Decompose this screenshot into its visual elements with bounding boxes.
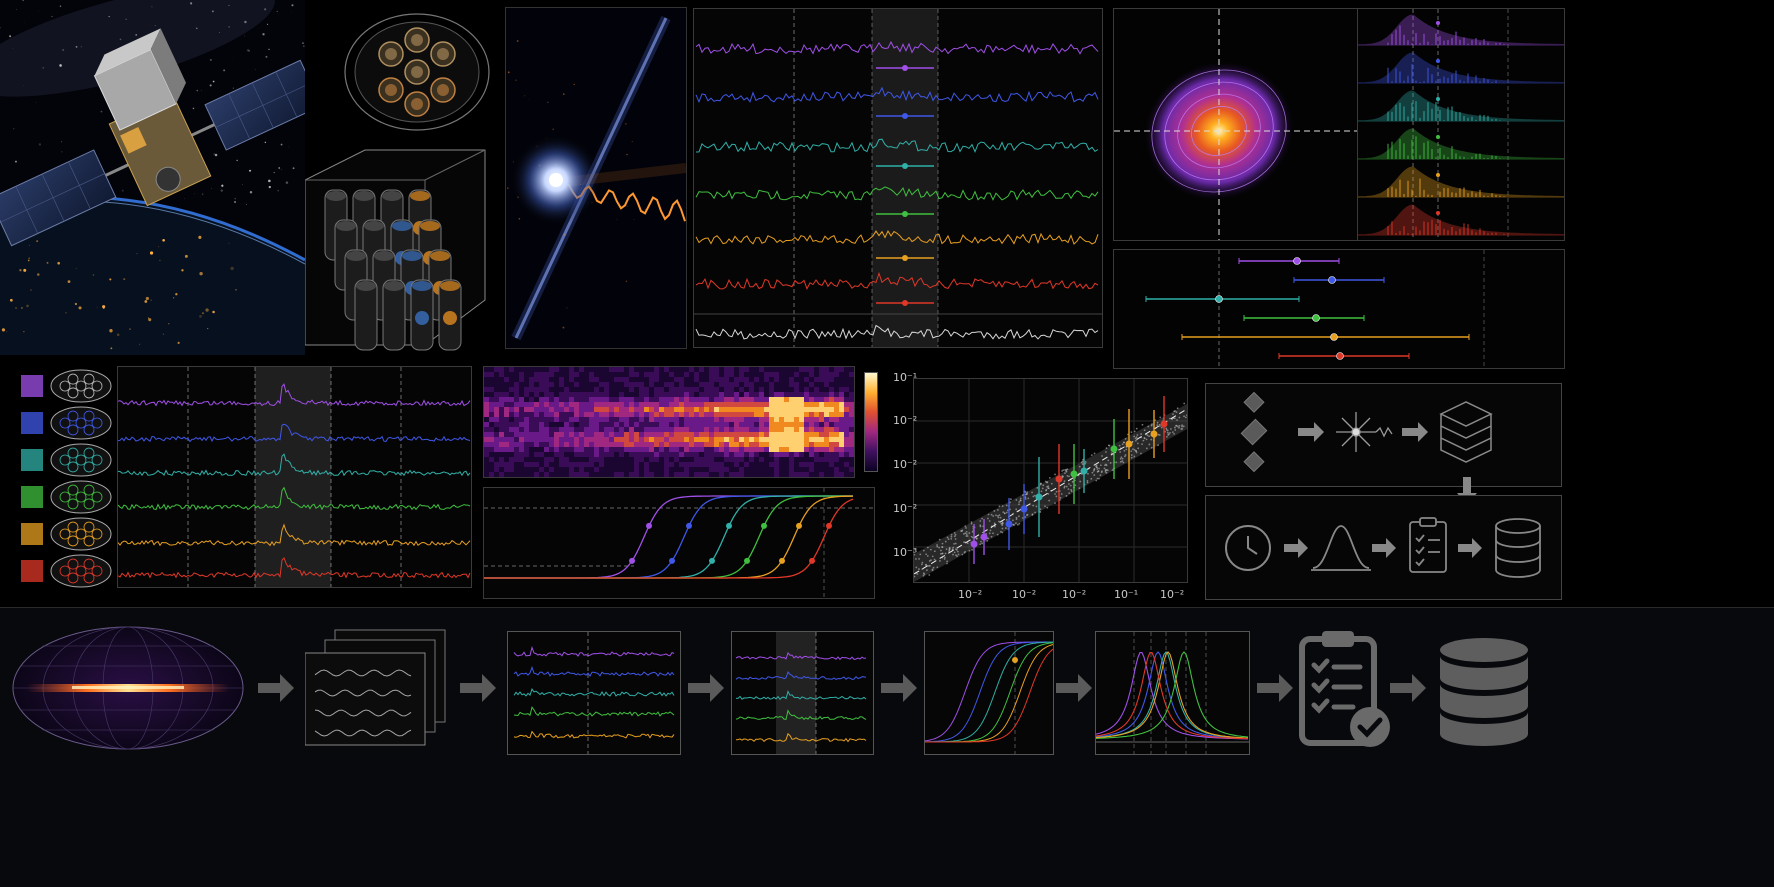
distribution-peaks-thumbnail (1095, 631, 1250, 755)
y-tick-label-4: 10⁻² (893, 502, 918, 515)
database-icon (1440, 638, 1528, 746)
x-tick-label-5: 10⁻² (1160, 588, 1185, 601)
pipeline-icons-upper (1205, 383, 1562, 487)
y-tick-label-3: 10⁻² (893, 458, 918, 471)
sky-map-thumbnail (12, 626, 244, 750)
waveform-cards-thumbnail (305, 628, 450, 746)
x-tick-label-4: 10⁻¹ (1114, 588, 1139, 601)
database-icon (1495, 518, 1541, 578)
checklist-icon (1299, 631, 1390, 747)
arrow-right-icon (688, 674, 724, 702)
cumulative-curves-panel (483, 487, 875, 599)
spectrogram-heatmap (483, 366, 855, 478)
stacked-distributions-panel (1357, 8, 1565, 241)
x-tick-label-1: 10⁻² (958, 588, 983, 601)
burst-icon (1336, 412, 1393, 452)
light-curves-thumbnail-2 (731, 631, 874, 755)
arrow-right-icon (460, 674, 496, 702)
cumulative-curves-thumbnail (924, 631, 1054, 755)
light-curves-thumbnail-1 (507, 631, 681, 755)
detector-legend (15, 367, 115, 589)
arrow-right-icon (881, 674, 917, 702)
y-tick-label-1: 10⁻¹ (893, 371, 918, 384)
detector-array-illustration (305, 0, 495, 355)
correlation-scatter-panel (913, 378, 1188, 583)
colorbar (864, 372, 878, 472)
arrow-right-icon (1056, 674, 1092, 702)
gaussian-curve-icon (1311, 525, 1371, 571)
x-tick-label-2: 10⁻² (1012, 588, 1037, 601)
arrow-right-icon (1298, 422, 1324, 442)
y-tick-label-5: 10⁻³ (893, 546, 918, 559)
layer-stack-icon (1439, 401, 1493, 463)
intensity-contour-map (1113, 8, 1358, 241)
gamma-ray-burst-illustration (505, 7, 687, 349)
arrow-right-icon (258, 674, 294, 702)
stacked-light-curves-panel (693, 8, 1103, 348)
error-bar-forest-panel (1113, 249, 1565, 369)
arrow-right-icon (1390, 674, 1426, 702)
pipeline-icons-lower (1205, 495, 1562, 600)
satellite-earth-illustration (0, 0, 305, 355)
arrow-right-icon (1257, 674, 1293, 702)
checklist-icon (1409, 517, 1447, 573)
clock-icon (1225, 525, 1271, 571)
x-tick-label-3: 10⁻² (1062, 588, 1087, 601)
satellite-icon (1240, 391, 1268, 473)
y-tick-label-2: 10⁻² (893, 414, 918, 427)
multi-detector-light-curves (117, 366, 472, 588)
